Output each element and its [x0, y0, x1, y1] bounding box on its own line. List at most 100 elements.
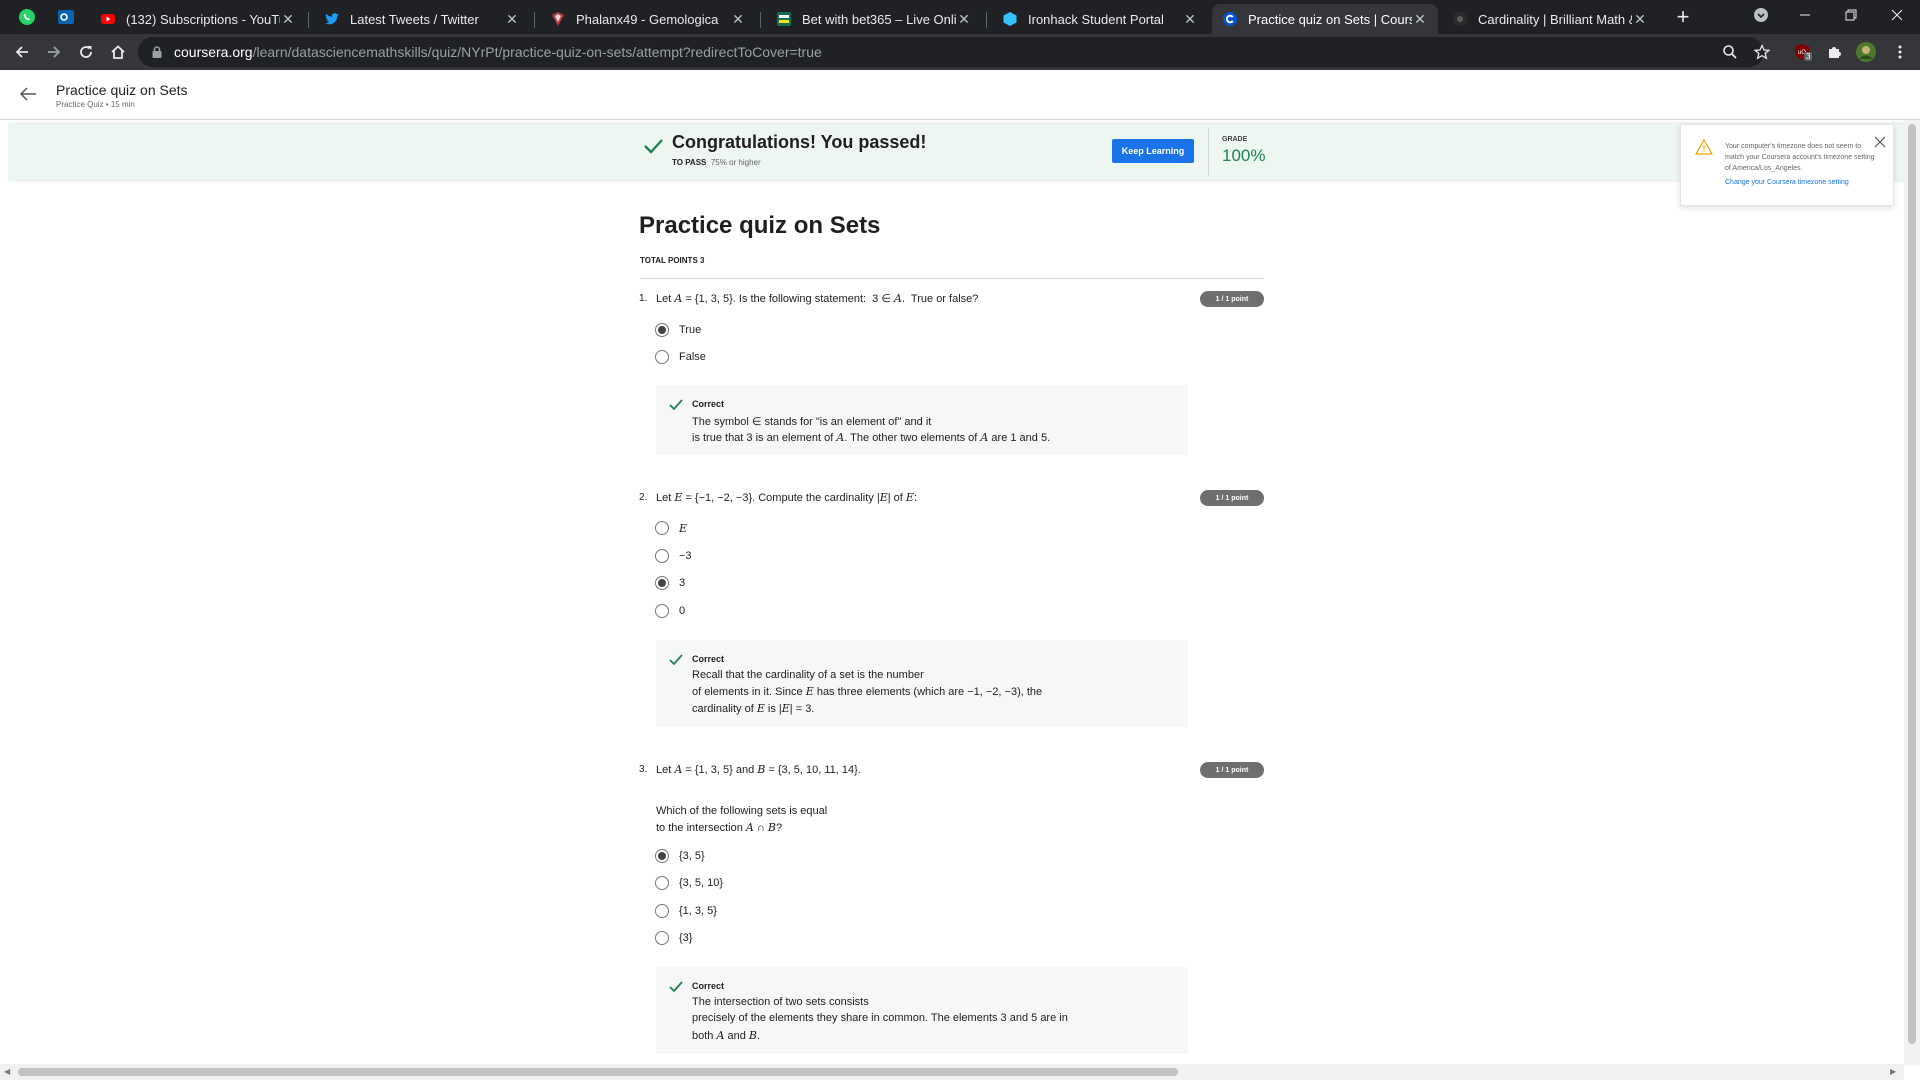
quiz-title: Practice quiz on Sets — [639, 212, 881, 239]
tab-coursera[interactable]: Practice quiz on Sets | Coursera ✕ — [1212, 4, 1438, 34]
vertical-scrollbar[interactable] — [1904, 120, 1920, 1065]
lock-icon[interactable] — [150, 45, 164, 59]
question-number: 2. — [639, 492, 648, 503]
page-title: Practice quiz on Sets — [56, 82, 188, 98]
grade-value: 100% — [1222, 146, 1266, 165]
close-icon[interactable]: ✕ — [730, 11, 746, 28]
youtube-icon — [101, 14, 115, 24]
extensions-puzzle-icon[interactable] — [1820, 38, 1848, 66]
radio-button[interactable] — [655, 904, 669, 918]
radio-button[interactable] — [655, 576, 669, 590]
back-arrow-icon[interactable] — [16, 82, 40, 106]
option-minus-3[interactable]: −3 — [655, 547, 692, 565]
option-label: False — [679, 351, 706, 363]
radio-button[interactable] — [655, 323, 669, 337]
feedback-text: The symbol ∈ stands for "is an element o… — [692, 416, 932, 428]
question-prompt: to the intersection A ∩ B? — [656, 821, 783, 834]
new-tab-button[interactable]: + — [1670, 4, 1696, 30]
tab-separator — [534, 12, 535, 28]
close-window-button[interactable] — [1874, 0, 1920, 30]
radio-button[interactable] — [655, 604, 669, 618]
tab-separator — [760, 12, 761, 28]
pass-title: Congratulations! You passed! — [672, 132, 927, 152]
tab-title: Latest Tweets / Twitter — [350, 11, 479, 27]
option-3[interactable]: 3 — [655, 574, 685, 592]
radio-button[interactable] — [655, 876, 669, 890]
close-icon[interactable]: ✕ — [956, 11, 972, 28]
outlook-icon[interactable] — [52, 4, 80, 30]
course-header: Practice quiz on Sets Practice Quiz • 15… — [0, 70, 1920, 120]
tab-bet365[interactable]: Bet with bet365 – Live Online ✕ — [766, 4, 982, 34]
scrollbar-thumb[interactable] — [1908, 124, 1916, 1044]
radio-button[interactable] — [655, 350, 669, 364]
grade-label: GRADE — [1222, 136, 1248, 143]
restore-button[interactable] — [1828, 0, 1874, 30]
option-label: 3 — [679, 577, 686, 589]
forward-arrow-icon[interactable] — [40, 38, 68, 66]
option-label: {3} — [679, 932, 693, 944]
browser-menu-icon[interactable] — [1886, 38, 1914, 66]
close-icon[interactable]: ✕ — [1632, 11, 1648, 28]
radio-button[interactable] — [655, 521, 669, 535]
whatsapp-icon[interactable] — [13, 4, 41, 30]
option-label: True — [679, 324, 702, 336]
close-icon[interactable]: ✕ — [280, 11, 296, 28]
tab-twitter[interactable]: Latest Tweets / Twitter ✕ — [314, 4, 530, 34]
question-prompt: Which of the following sets is equal — [656, 805, 828, 817]
tab-search-icon[interactable] — [1738, 0, 1784, 30]
close-icon[interactable]: ✕ — [1412, 11, 1428, 28]
radio-button[interactable] — [655, 931, 669, 945]
check-icon — [644, 139, 663, 154]
question-prompt: Let A = {1, 3, 5} and B = {3, 5, 10, 11,… — [656, 763, 861, 776]
feedback-text: both A and B. — [692, 1029, 761, 1042]
close-icon[interactable]: ✕ — [1182, 11, 1198, 28]
home-icon[interactable] — [104, 38, 132, 66]
close-icon[interactable]: ✕ — [504, 11, 520, 28]
change-timezone-link[interactable]: Change your Coursera timezone setting — [1725, 179, 1849, 186]
back-arrow-icon[interactable] — [8, 38, 36, 66]
tab-title: (132) Subscriptions - YouTube — [126, 11, 280, 27]
feedback-box: Correct The intersection of two sets con… — [656, 967, 1188, 1054]
option-3-5-10[interactable]: {3, 5, 10} — [655, 874, 723, 892]
minimize-button[interactable] — [1782, 0, 1828, 30]
question-prompt: Let E = {−1, −2, −3}. Compute the cardin… — [656, 491, 917, 504]
option-3-5[interactable]: {3, 5} — [655, 847, 705, 865]
avatar[interactable] — [1852, 38, 1880, 66]
reload-icon[interactable] — [72, 38, 100, 66]
ublock-extension-icon[interactable]: uO 3 — [1788, 38, 1816, 66]
feedback-box: Correct The symbol ∈ stands for "is an e… — [656, 385, 1188, 455]
feedback-label: Correct — [692, 981, 725, 991]
scroll-right-icon[interactable]: ▶ — [1890, 1067, 1896, 1076]
browser-tab-bar: (132) Subscriptions - YouTube ✕ Latest T… — [0, 0, 1920, 34]
scroll-left-icon[interactable]: ◀ — [4, 1067, 10, 1076]
feedback-text: precisely of the elements they share in … — [692, 1012, 1068, 1024]
option-label: {1, 3, 5} — [679, 905, 717, 917]
tab-youtube[interactable]: (132) Subscriptions - YouTube ✕ — [90, 4, 306, 34]
horizontal-scrollbar[interactable]: ◀ ▶ — [0, 1064, 1904, 1080]
tab-ironhack[interactable]: Ironhack Student Portal ✕ — [992, 4, 1208, 34]
option-label: E — [679, 521, 688, 535]
tab-brilliant[interactable]: Cardinality | Brilliant Math & S ✕ — [1442, 4, 1658, 34]
radio-button[interactable] — [655, 849, 669, 863]
radio-button[interactable] — [655, 549, 669, 563]
url-host: coursera.org — [174, 44, 253, 60]
close-icon[interactable] — [1873, 135, 1887, 149]
scrollbar-thumb[interactable] — [18, 1068, 1178, 1076]
option-1-3-5[interactable]: {1, 3, 5} — [655, 902, 717, 920]
tab-gemologica[interactable]: Phalanx49 - Gemologica ✕ — [540, 4, 756, 34]
question-prompt: Let A = {1, 3, 5}. Is the following stat… — [656, 292, 979, 305]
feedback-label: Correct — [692, 654, 725, 664]
option-e[interactable]: E — [655, 519, 687, 537]
keep-learning-button[interactable]: Keep Learning — [1112, 139, 1194, 163]
option-3-only[interactable]: {3} — [655, 929, 692, 947]
feedback-text: cardinality of E is |E| = 3. — [692, 702, 815, 715]
address-bar[interactable]: coursera.org/learn/datasciencemathskills… — [138, 37, 1764, 67]
tab-title: Phalanx49 - Gemologica — [576, 11, 719, 27]
zoom-icon[interactable] — [1716, 38, 1744, 66]
bookmark-star-icon[interactable] — [1748, 38, 1776, 66]
to-pass-label: TO PASS — [672, 158, 707, 167]
option-false[interactable]: False — [655, 348, 706, 366]
option-0[interactable]: 0 — [655, 602, 685, 620]
option-true[interactable]: True — [655, 321, 701, 339]
points-badge: 1 / 1 point — [1200, 762, 1264, 778]
